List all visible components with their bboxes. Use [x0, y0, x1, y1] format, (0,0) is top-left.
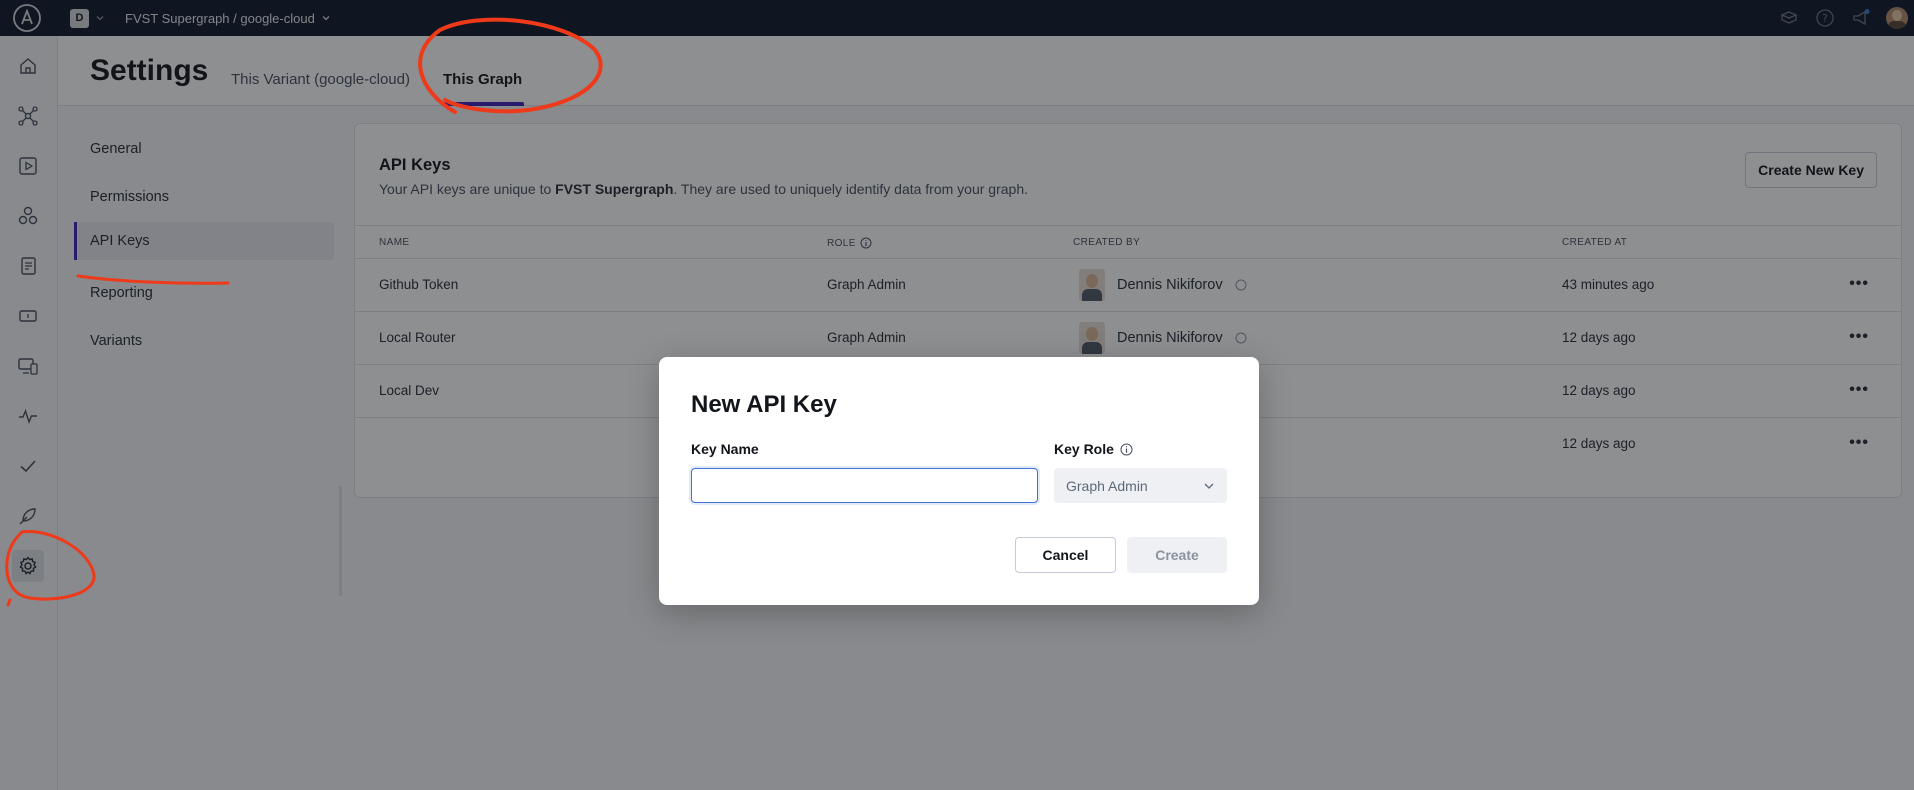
key-name-label: Key Name	[691, 441, 759, 457]
cancel-button[interactable]: Cancel	[1015, 537, 1116, 573]
key-name-input[interactable]	[691, 468, 1038, 503]
key-role-value: Graph Admin	[1066, 477, 1148, 494]
modal-title: New API Key	[691, 391, 837, 418]
chevron-down-icon	[1204, 483, 1214, 489]
key-role-label: Key Role	[1054, 441, 1133, 457]
create-button[interactable]: Create	[1127, 537, 1227, 573]
new-api-key-modal: New API Key Key Name Key Role Graph Admi…	[659, 357, 1259, 605]
info-icon[interactable]	[1120, 443, 1133, 456]
key-role-select[interactable]: Graph Admin	[1054, 468, 1227, 503]
